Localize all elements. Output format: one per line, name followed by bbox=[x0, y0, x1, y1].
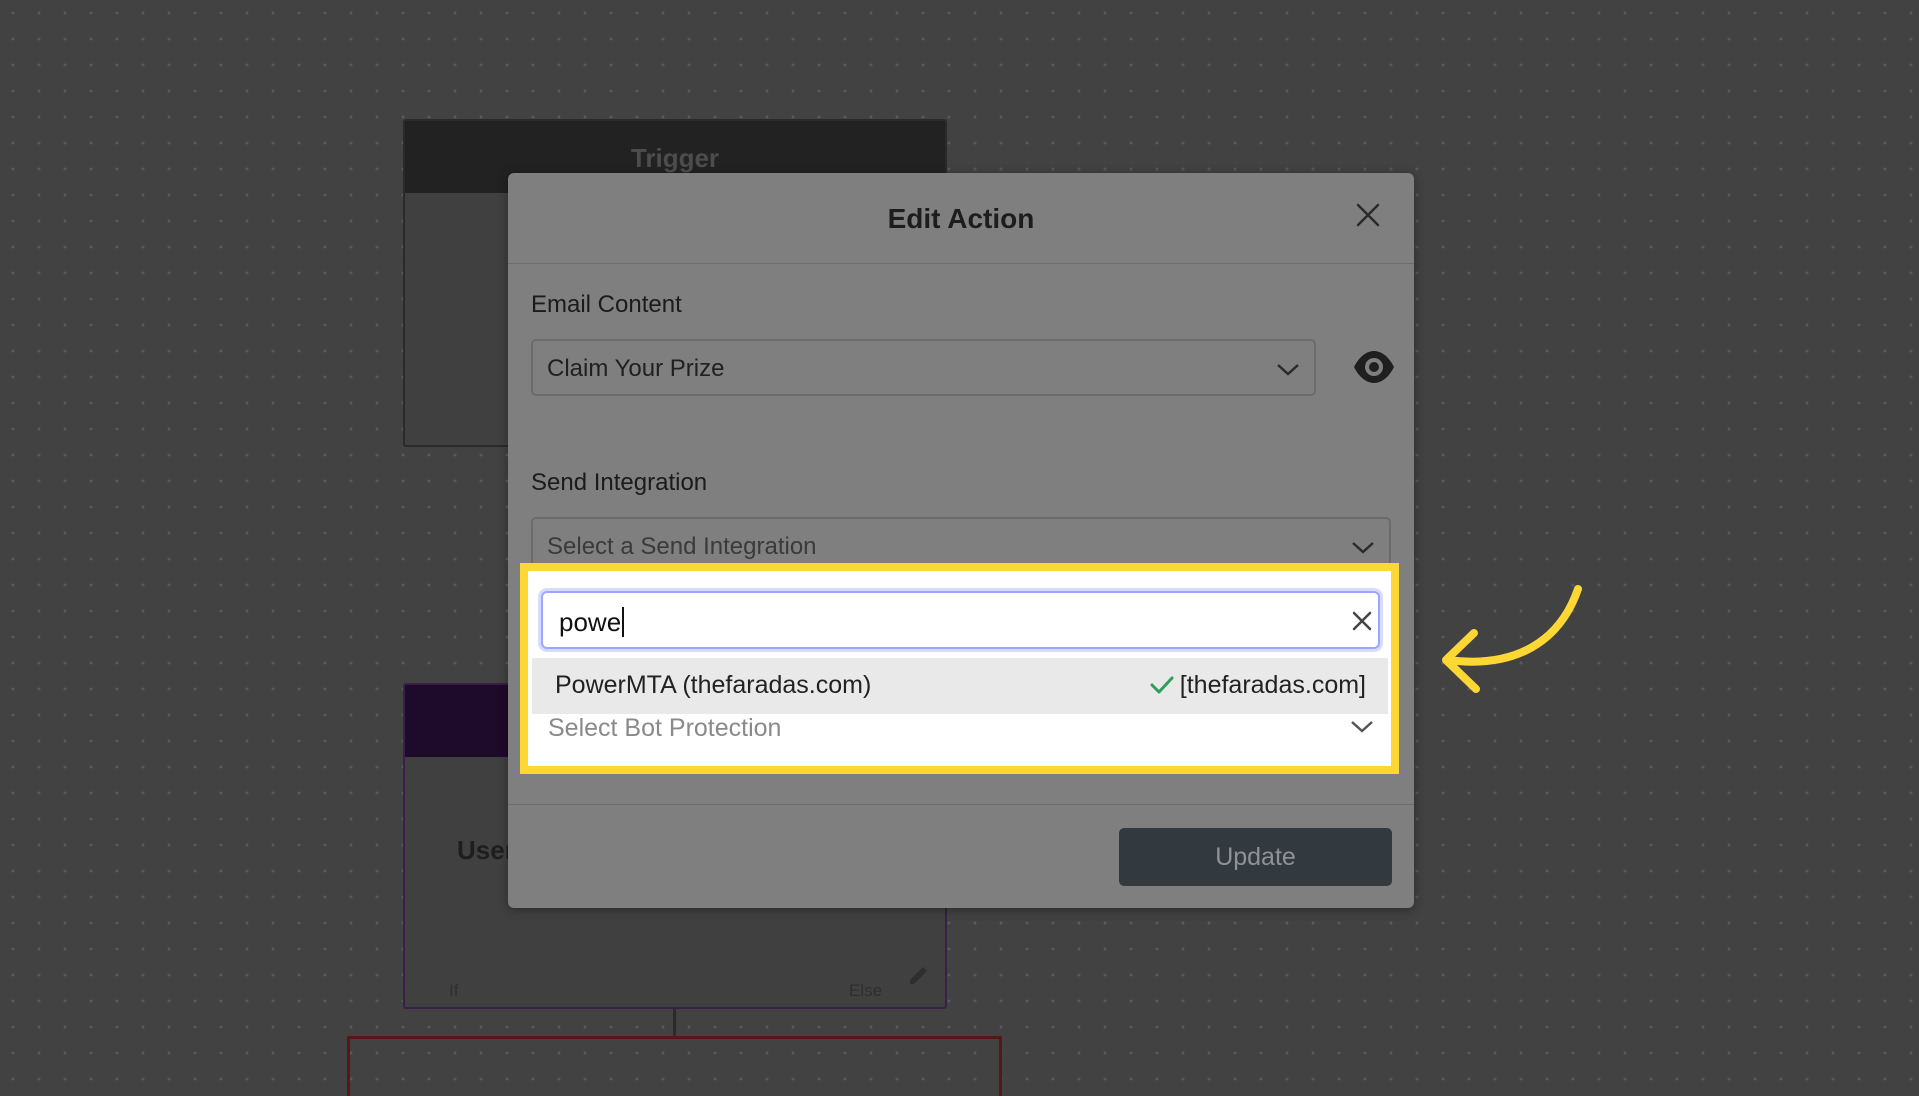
bot-protection-select[interactable]: Select Bot Protection bbox=[532, 714, 1388, 750]
connector-line bbox=[673, 1009, 676, 1037]
branch-box bbox=[347, 1036, 1002, 1096]
callout-arrow-icon bbox=[1442, 585, 1582, 693]
chevron-down-icon bbox=[1277, 364, 1299, 376]
trigger-node-title: Trigger bbox=[630, 143, 720, 173]
option-tag: [thefaradas.com] bbox=[1150, 671, 1366, 700]
condition-node-text: User bbox=[457, 835, 515, 865]
text-caret bbox=[622, 607, 625, 638]
condition-else-label: Else bbox=[849, 981, 883, 1000]
email-content-value: Claim Your Prize bbox=[547, 355, 725, 382]
option-tag-text: [thefaradas.com] bbox=[1179, 671, 1366, 699]
integration-search-input[interactable]: powe bbox=[541, 591, 1380, 649]
clear-search-icon[interactable] bbox=[1349, 608, 1375, 634]
search-value: powe bbox=[559, 607, 625, 638]
integration-option[interactable]: PowerMTA (thefaradas.com) [thefaradas.co… bbox=[532, 658, 1388, 714]
modal-title: Edit Action bbox=[887, 203, 1035, 234]
send-integration-placeholder: Select a Send Integration bbox=[547, 533, 817, 560]
condition-if-label: If bbox=[449, 981, 459, 1000]
send-integration-label: Send Integration bbox=[531, 469, 708, 496]
check-icon bbox=[1150, 676, 1174, 694]
bot-protection-placeholder: Select Bot Protection bbox=[548, 714, 782, 742]
email-content-select[interactable]: Claim Your Prize bbox=[531, 339, 1316, 396]
update-button[interactable]: Update bbox=[1119, 828, 1392, 886]
close-icon[interactable] bbox=[1351, 198, 1385, 232]
option-label: PowerMTA (thefaradas.com) bbox=[555, 671, 872, 699]
chevron-down-icon bbox=[1352, 542, 1374, 554]
edit-action-modal: Edit Action Email Content Claim Your Pri… bbox=[508, 173, 1414, 908]
eye-icon[interactable] bbox=[1352, 347, 1396, 387]
header-divider bbox=[508, 263, 1414, 264]
email-content-label: Email Content bbox=[531, 291, 682, 318]
pencil-icon[interactable] bbox=[907, 963, 931, 987]
chevron-down-icon bbox=[1351, 721, 1373, 733]
footer-divider bbox=[508, 804, 1414, 805]
